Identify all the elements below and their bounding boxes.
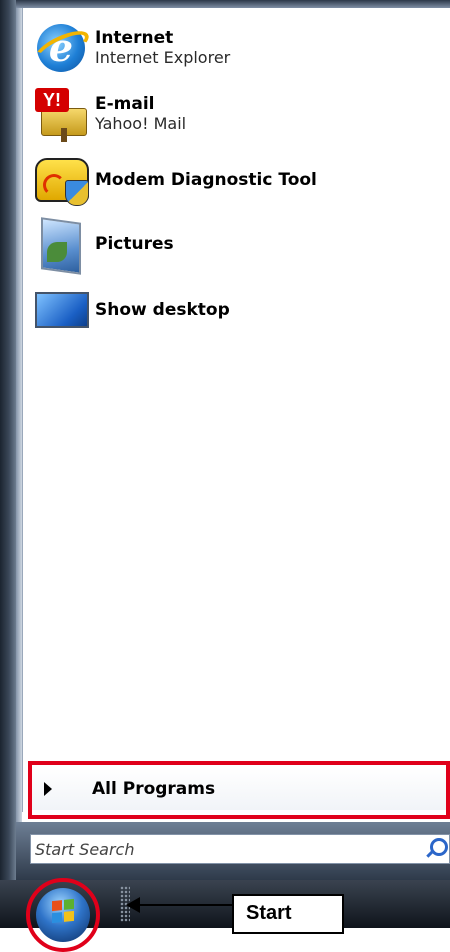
pinned-item-modem-diagnostic[interactable]: Modem Diagnostic Tool xyxy=(33,150,433,210)
pinned-item-subtitle: Yahoo! Mail xyxy=(95,114,187,133)
search-icon[interactable] xyxy=(430,838,448,856)
yahoo-mail-icon: Y! xyxy=(33,88,91,142)
pinned-item-internet[interactable]: e Internet Internet Explorer xyxy=(31,18,433,78)
show-desktop-icon xyxy=(33,284,91,336)
pinned-item-title: E-mail xyxy=(95,94,155,114)
start-annotation-label: Start xyxy=(232,894,344,934)
pinned-item-email[interactable]: Y! E-mail Yahoo! Mail xyxy=(33,84,433,144)
pinned-item-title: Pictures xyxy=(95,234,174,254)
all-programs-highlight xyxy=(28,761,450,819)
pinned-item-pictures[interactable]: Pictures xyxy=(33,214,433,275)
pointer-arrow-icon xyxy=(126,897,232,913)
start-search-input[interactable] xyxy=(30,834,450,864)
menu-top-frame xyxy=(16,0,450,8)
pinned-item-title: Modem Diagnostic Tool xyxy=(95,170,317,190)
menu-left-frame xyxy=(0,0,16,880)
pinned-item-show-desktop[interactable]: Show desktop xyxy=(33,280,433,340)
start-orb-highlight xyxy=(26,878,100,952)
pinned-item-title: Internet xyxy=(95,28,174,48)
pinned-item-subtitle: Internet Explorer xyxy=(95,48,231,67)
modem-diagnostic-icon xyxy=(33,154,91,206)
internet-explorer-icon: e xyxy=(31,22,93,74)
pinned-item-title: Show desktop xyxy=(95,300,230,320)
pictures-icon xyxy=(33,217,91,275)
